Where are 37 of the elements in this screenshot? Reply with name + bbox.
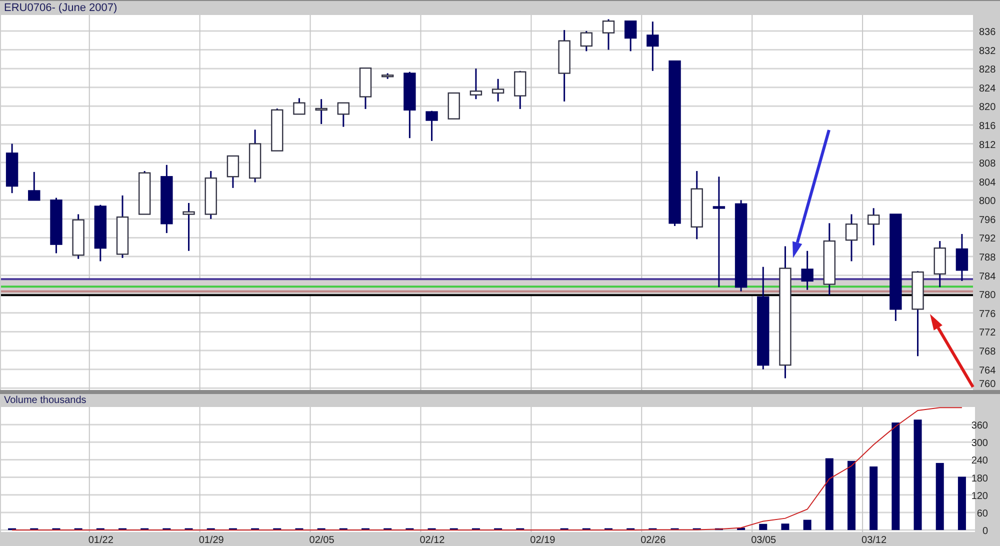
axis-label: 764 xyxy=(979,365,996,376)
axis-label: 800 xyxy=(979,196,996,208)
axis-label: 02/19 xyxy=(530,535,556,546)
axis-label: 804 xyxy=(979,177,996,188)
axis-label: 828 xyxy=(979,64,996,76)
axis-label: 01/29 xyxy=(198,535,224,546)
axis-label: 816 xyxy=(979,120,996,132)
chart-title: ERU0706- (June 2007) xyxy=(4,2,118,14)
axis-label: 824 xyxy=(979,83,996,94)
axis-label: 768 xyxy=(979,346,996,358)
axis-label: 780 xyxy=(979,290,996,302)
axis-label: 760 xyxy=(979,379,996,390)
axis-label: 03/05 xyxy=(751,535,776,546)
axis-label: 772 xyxy=(979,328,996,339)
axis-label: 120 xyxy=(971,490,988,502)
axis-label: 832 xyxy=(979,46,996,57)
axis-label: 02/12 xyxy=(420,535,445,546)
axis-label: 03/12 xyxy=(862,535,887,546)
axis-label: 180 xyxy=(971,473,988,484)
axis-label: 360 xyxy=(971,420,988,432)
axis-label: 836 xyxy=(979,26,996,38)
axis-label: 02/26 xyxy=(640,535,666,546)
axis-label: 788 xyxy=(979,252,996,264)
axis-label: 240 xyxy=(971,456,988,467)
axis-label: 60 xyxy=(976,508,988,520)
axis-label: 812 xyxy=(979,140,996,151)
axis-label: 776 xyxy=(979,308,996,320)
axis-label: 808 xyxy=(979,158,996,170)
axis-label: 02/05 xyxy=(309,535,334,546)
panel-title: Volume thousands xyxy=(4,395,86,406)
axis-label: 792 xyxy=(979,234,996,245)
axis-label: 796 xyxy=(979,214,996,226)
axis-label: 0 xyxy=(982,526,988,538)
axis-label: 784 xyxy=(979,271,996,282)
axis-label: 820 xyxy=(979,102,996,114)
axis-label: 300 xyxy=(971,438,988,450)
axis-label: 01/22 xyxy=(88,535,114,546)
